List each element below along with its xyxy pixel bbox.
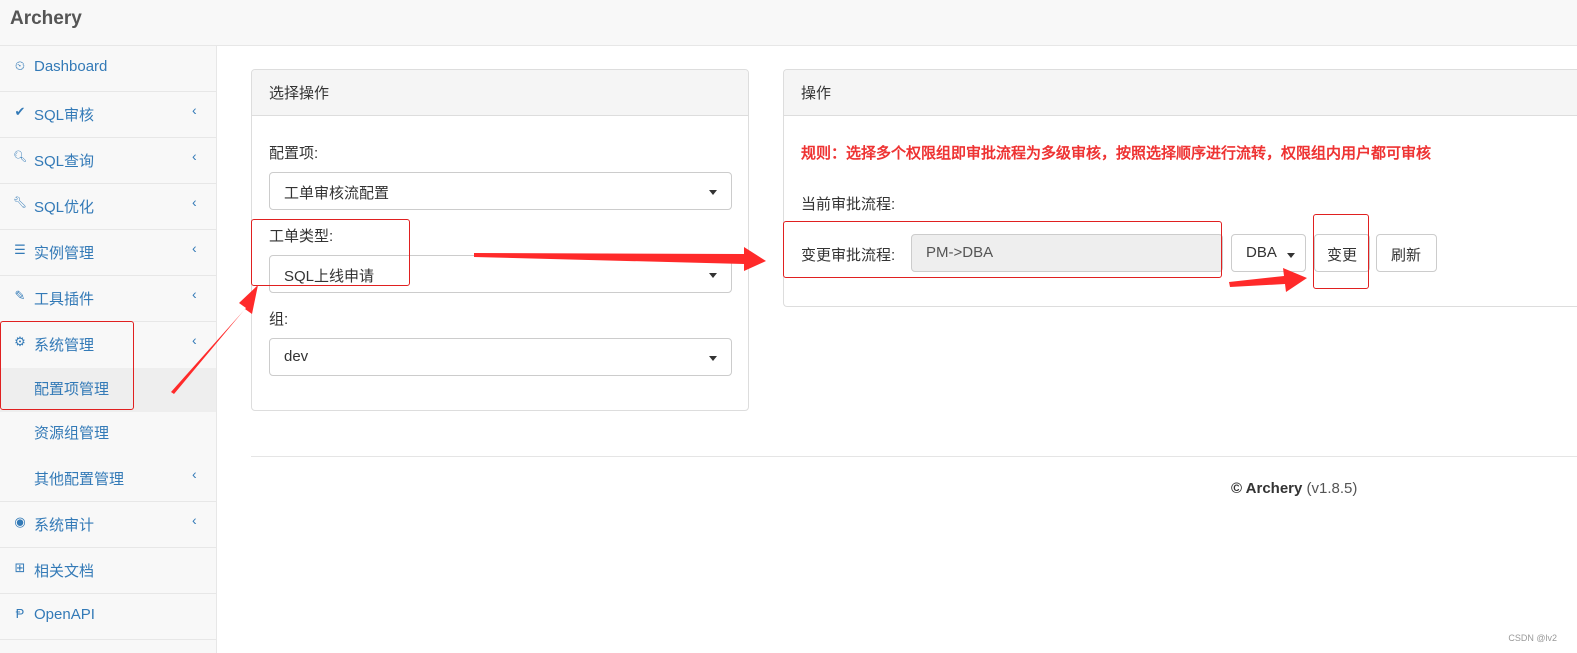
arrow-icon	[474, 247, 766, 271]
arrow-icon	[1229, 268, 1307, 292]
arrow-icon	[171, 285, 258, 394]
annotation-arrows	[171, 247, 1307, 394]
